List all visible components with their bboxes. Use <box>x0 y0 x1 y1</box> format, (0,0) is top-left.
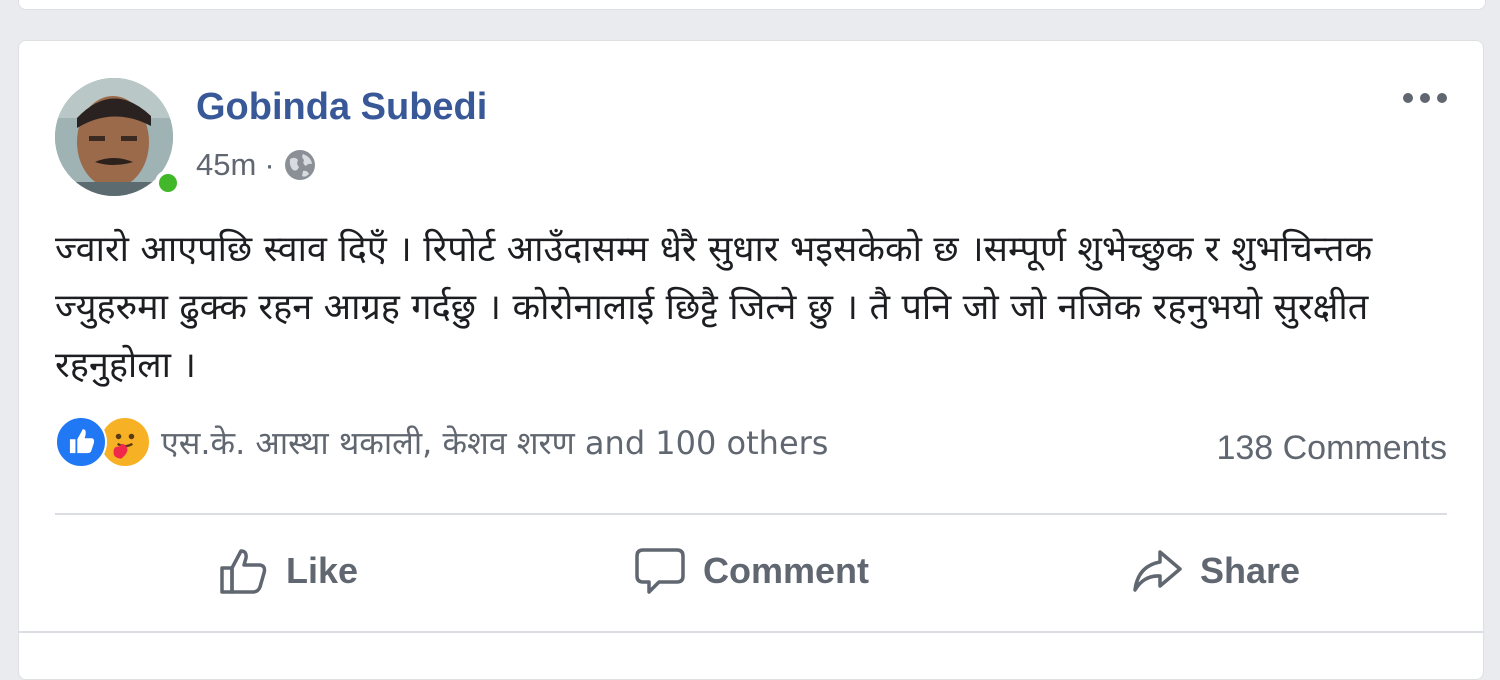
post-timestamp[interactable]: 45m <box>196 145 256 185</box>
reactors-text[interactable]: एस.के. आस्था थकाली, केशव शरण and 100 oth… <box>161 421 828 464</box>
author-avatar[interactable] <box>55 78 181 196</box>
share-arrow-icon <box>1133 550 1182 592</box>
share-button-label: Share <box>1199 550 1301 591</box>
more-options-icon[interactable] <box>1401 89 1449 107</box>
divider <box>55 513 1447 515</box>
share-button[interactable]: Share <box>983 531 1447 611</box>
globe-icon[interactable] <box>283 148 317 182</box>
like-button[interactable]: Like <box>55 531 519 611</box>
previous-post-card <box>18 0 1486 10</box>
online-status-indicator <box>155 170 181 196</box>
comment-icon <box>635 548 685 594</box>
author-name[interactable]: Gobinda Subedi <box>196 85 487 129</box>
post-meta: 45m · <box>196 145 317 185</box>
comments-section-divider <box>19 631 1483 633</box>
comments-count[interactable]: 138 Comments <box>1216 428 1447 468</box>
post-body-text: ज्वारो आएपछि स्वाव दिएँ । रिपोर्ट आउँदास… <box>55 229 1373 386</box>
post-actions-bar: Like Comment Share <box>55 531 1447 611</box>
comment-button[interactable]: Comment <box>519 531 983 611</box>
reactions-summary[interactable]: एस.के. आस्था थकाली, केशव शरण and 100 oth… <box>55 414 828 470</box>
thumbs-up-icon <box>220 549 267 594</box>
like-button-label: Like <box>285 550 359 591</box>
like-reaction-icon <box>55 416 107 468</box>
post-card: Gobinda Subedi 45m · ज्वारो आएपछि स्वाव … <box>18 40 1484 680</box>
comment-button-label: Comment <box>702 550 869 591</box>
meta-separator: · <box>264 147 275 182</box>
